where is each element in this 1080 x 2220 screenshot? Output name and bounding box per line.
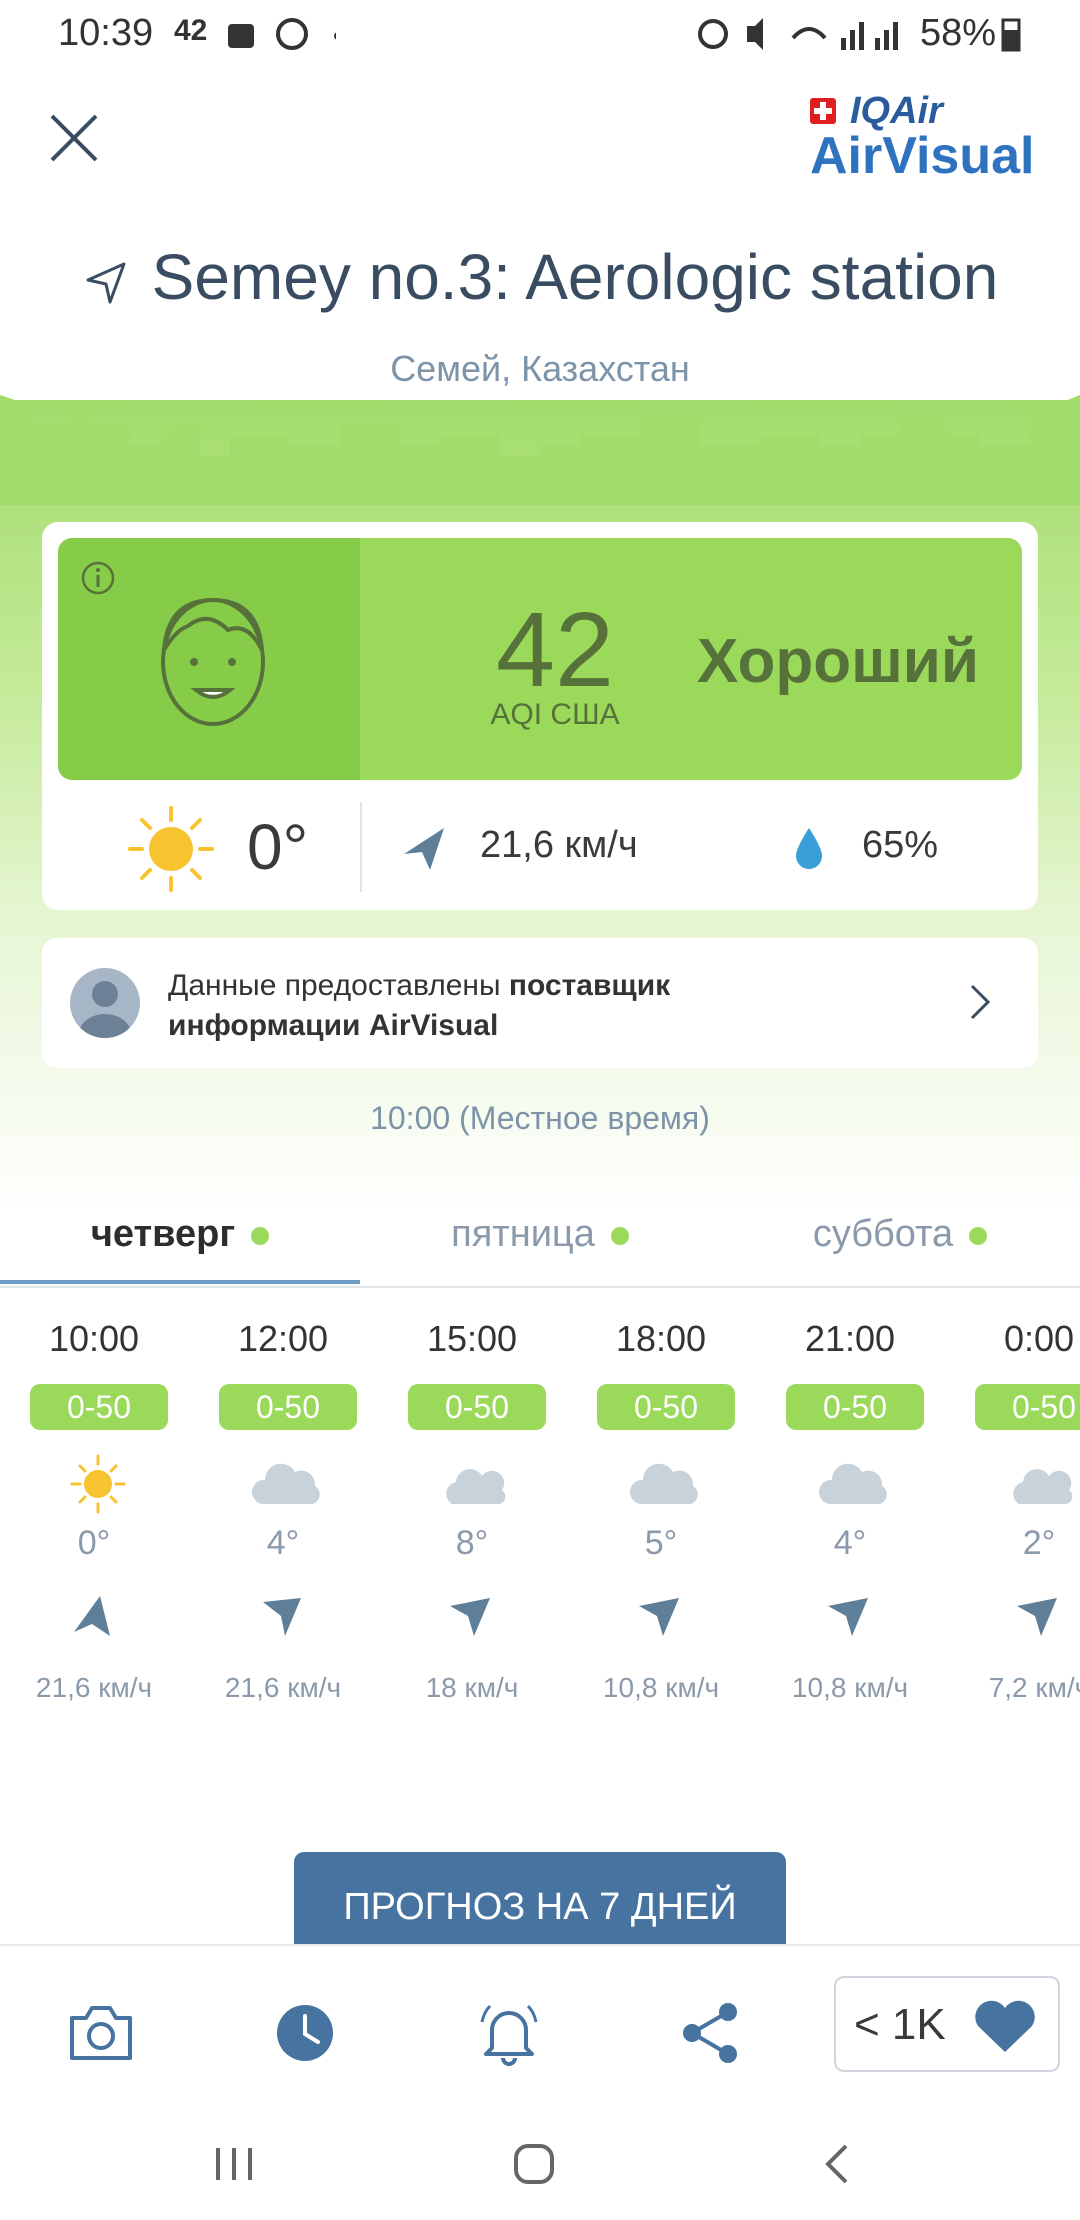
provider-text: Данные предоставлены поставщик информаци… <box>168 966 808 1046</box>
station-location: Семей, Казахстан <box>390 348 690 389</box>
recent-apps-icon[interactable] <box>204 2134 264 2194</box>
history-clock-icon[interactable] <box>270 1998 340 2068</box>
local-time: 10:00 (Местное время) <box>370 1100 710 1136</box>
info-icon[interactable] <box>80 560 116 596</box>
hour-wind: 18 км/ч <box>425 1672 519 1703</box>
seven-day-forecast-button[interactable]: ПРОГНОЗ НА 7 ДНЕЙ <box>294 1852 786 1952</box>
airvisual-logo: IQAir AirVisual <box>806 90 1042 190</box>
wind-direction-icon <box>74 1596 110 1636</box>
hour-temperature: 8° <box>455 1524 489 1562</box>
station-name: Semey no.3: Aerologic station <box>151 241 999 313</box>
hour-wind: 7,2 км/ч <box>988 1672 1080 1703</box>
swiss-flag-icon <box>810 98 836 124</box>
provider-prefix: Данные предоставлены <box>168 969 509 1002</box>
tab-friday[interactable]: пятница <box>360 1202 720 1286</box>
humidity-drop-icon <box>796 828 822 869</box>
wind-direction-icon <box>450 1598 490 1636</box>
like-button[interactable]: < 1K <box>834 1976 1060 2072</box>
aqi-face-panel <box>58 538 360 780</box>
tab-thursday[interactable]: четверг <box>0 1202 360 1286</box>
hour-wind: 10,8 км/ч <box>602 1672 720 1703</box>
wind-direction-icon <box>404 828 444 870</box>
tab-saturday[interactable]: суббота <box>720 1202 1080 1286</box>
notification-icons <box>228 18 336 50</box>
current-wind: 21,6 км/ч <box>480 824 638 866</box>
tab-label: суббота <box>812 1213 954 1255</box>
aqi-unit: AQI США <box>490 698 620 731</box>
aqi-panel[interactable]: 42 AQI США Хороший <box>58 538 1022 780</box>
back-icon[interactable] <box>808 2134 868 2194</box>
sun-icon <box>128 806 214 892</box>
sun-icon <box>70 1454 126 1514</box>
hour-aqi-badge: 0-50 <box>597 1384 735 1430</box>
battery-level: 58% <box>920 12 997 54</box>
active-tab-indicator <box>0 1280 360 1284</box>
aqi-dot <box>969 1226 988 1245</box>
hour-time: 10:00 <box>48 1318 140 1359</box>
cloud-icon <box>818 1463 887 1504</box>
aqi-dot <box>610 1226 629 1245</box>
hour-temperature: 2° <box>1022 1524 1056 1562</box>
provider-avatar <box>70 968 140 1038</box>
like-count: < 1K <box>854 2000 946 2049</box>
heart-icon <box>975 2000 1035 2052</box>
hour-wind: 21,6 км/ч <box>224 1672 342 1703</box>
wind-direction-icon <box>263 1598 301 1636</box>
hour-time: 12:00 <box>237 1318 329 1359</box>
hour-aqi-badge: 0-50 <box>786 1384 924 1430</box>
hour-aqi-badge: 0-50 <box>975 1384 1080 1430</box>
status-bar: 10:39 42 58% <box>0 0 1080 70</box>
current-humidity: 65% <box>862 824 939 866</box>
system-icons <box>698 18 898 50</box>
cloud-icon <box>1013 1469 1073 1504</box>
logo-airvisual: AirVisual <box>810 127 1035 185</box>
tab-label: пятница <box>451 1213 595 1255</box>
hour-temperature: 4° <box>266 1524 300 1562</box>
notification-count: 42 <box>174 14 208 47</box>
aqi-dot <box>251 1226 270 1245</box>
system-navigation-bar <box>0 2104 1080 2220</box>
wind-direction-icon <box>639 1598 679 1636</box>
battery-icon <box>1001 18 1021 52</box>
hourly-forecast[interactable]: 10:00 0-50 0° 21,6 км/ч 12:00 0-50 4° 21… <box>0 1318 1080 1758</box>
divider <box>360 802 362 892</box>
cloud-icon <box>251 1463 320 1504</box>
city-skyline-illustration <box>0 395 1080 505</box>
status-time: 10:39 <box>58 12 154 54</box>
station-title: Semey no.3: Aerologic station <box>0 240 1080 314</box>
wind-direction-icon <box>828 1598 868 1636</box>
hour-aqi-badge: 0-50 <box>219 1384 357 1430</box>
wind-direction-icon <box>1017 1598 1057 1636</box>
happy-face-icon <box>161 597 265 726</box>
day-tabs: четверг пятница суббота <box>0 1202 1080 1288</box>
close-icon[interactable] <box>44 108 104 168</box>
cloud-icon <box>629 1463 698 1504</box>
hour-temperature: 0° <box>77 1524 111 1562</box>
data-provider-row[interactable]: Данные предоставлены поставщик информаци… <box>42 938 1038 1068</box>
hour-wind: 21,6 км/ч <box>35 1672 153 1703</box>
aqi-value: 42 <box>496 591 614 709</box>
hour-wind: 10,8 км/ч <box>791 1672 909 1703</box>
hour-temperature: 5° <box>644 1524 678 1562</box>
bottom-toolbar: < 1K <box>0 1944 1080 2106</box>
hour-time: 18:00 <box>615 1318 707 1359</box>
location-arrow-icon <box>86 262 126 304</box>
hour-time: 21:00 <box>804 1318 896 1359</box>
current-weather-row: 0° 21,6 км/ч 65% <box>42 790 1038 906</box>
camera-icon[interactable] <box>66 1998 136 2068</box>
hour-aqi-badge: 0-50 <box>30 1384 168 1430</box>
current-temperature: 0° <box>247 811 309 883</box>
hour-time: 0:00 <box>1003 1318 1075 1359</box>
hour-temperature: 4° <box>833 1524 867 1562</box>
share-icon[interactable] <box>676 1998 746 2068</box>
hour-aqi-badge: 0-50 <box>408 1384 546 1430</box>
tab-label: четверг <box>90 1213 236 1255</box>
home-icon[interactable] <box>504 2134 564 2194</box>
cloud-icon <box>446 1469 506 1504</box>
hour-time: 15:00 <box>426 1318 518 1359</box>
aqi-status: Хороший <box>696 627 980 696</box>
chevron-right-icon[interactable] <box>962 982 998 1022</box>
notification-bell-icon[interactable] <box>474 1998 544 2068</box>
